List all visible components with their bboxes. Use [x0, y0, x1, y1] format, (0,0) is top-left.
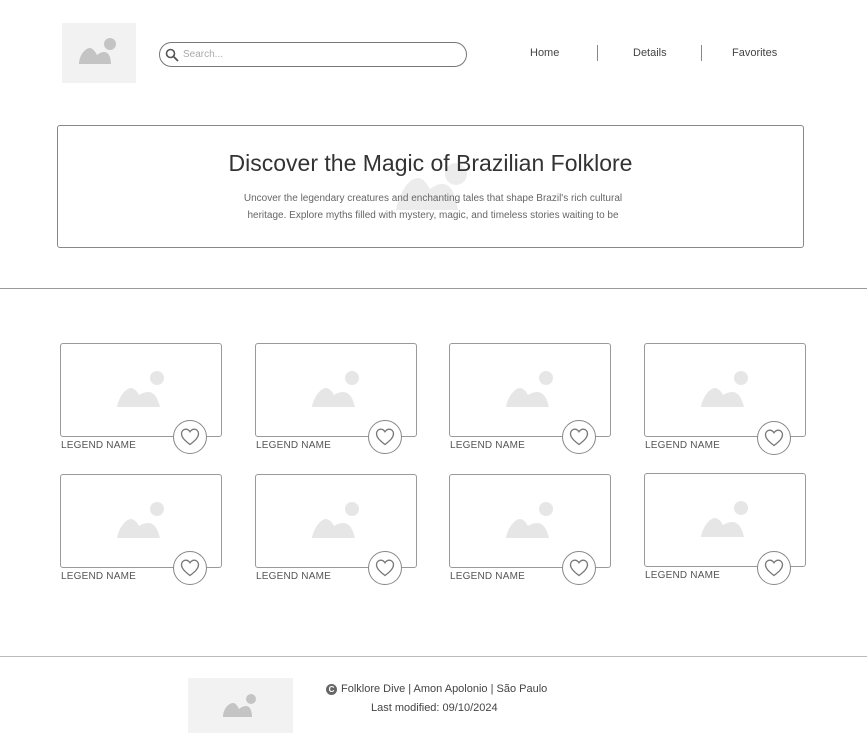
heart-icon	[375, 559, 395, 577]
last-modified-text: Last modified: 09/10/2024	[371, 702, 498, 714]
section-divider	[0, 288, 867, 289]
legend-card[interactable]: LEGEND NAME	[644, 473, 808, 588]
legend-name: LEGEND NAME	[645, 570, 720, 581]
footer-credits-text: Folklore Dive | Amon Apolonio | São Paul…	[341, 683, 548, 695]
site-logo[interactable]	[62, 23, 136, 83]
legend-card[interactable]: LEGEND NAME	[255, 474, 419, 589]
favorite-button[interactable]	[562, 420, 596, 454]
heart-icon	[569, 559, 589, 577]
search-icon[interactable]	[165, 48, 179, 62]
heart-icon	[375, 428, 395, 446]
favorite-button[interactable]	[757, 551, 791, 585]
favorite-button[interactable]	[173, 551, 207, 585]
heart-icon	[764, 559, 784, 577]
heart-icon	[180, 559, 200, 577]
image-placeholder-icon	[117, 371, 164, 407]
legend-name: LEGEND NAME	[450, 571, 525, 582]
footer-credits: C Folklore Dive | Amon Apolonio | São Pa…	[326, 683, 547, 695]
image-placeholder-icon	[222, 693, 256, 717]
legend-card[interactable]: LEGEND NAME	[644, 343, 808, 458]
nav-details[interactable]: Details	[633, 44, 667, 62]
legend-name: LEGEND NAME	[450, 440, 525, 451]
image-placeholder-icon	[312, 502, 359, 538]
image-placeholder-icon	[701, 501, 748, 537]
favorite-button[interactable]	[368, 551, 402, 585]
legend-name: LEGEND NAME	[256, 571, 331, 582]
image-placeholder-icon	[701, 371, 748, 407]
favorite-button[interactable]	[757, 421, 791, 455]
search-input[interactable]	[183, 49, 453, 60]
favorite-button[interactable]	[173, 420, 207, 454]
legend-card[interactable]: LEGEND NAME	[60, 474, 224, 589]
legend-card[interactable]: LEGEND NAME	[60, 343, 224, 458]
legend-card[interactable]: LEGEND NAME	[449, 474, 613, 589]
legend-card[interactable]: LEGEND NAME	[449, 343, 613, 458]
legend-card[interactable]: LEGEND NAME	[255, 343, 419, 458]
legend-name: LEGEND NAME	[61, 440, 136, 451]
legend-name: LEGEND NAME	[61, 571, 136, 582]
footer-divider	[0, 656, 867, 657]
image-placeholder-icon	[117, 502, 164, 538]
copyright-icon: C	[326, 683, 337, 695]
hero-description: Uncover the legendary creatures and ench…	[243, 193, 623, 221]
favorite-button[interactable]	[562, 551, 596, 585]
nav-separator	[597, 45, 598, 61]
hero-banner: Discover the Magic of Brazilian Folklore…	[57, 125, 804, 248]
search-bar[interactable]	[159, 42, 467, 67]
heart-icon	[569, 428, 589, 446]
image-placeholder-icon	[506, 371, 553, 407]
favorite-button[interactable]	[368, 420, 402, 454]
legend-name: LEGEND NAME	[256, 440, 331, 451]
nav-favorites[interactable]: Favorites	[732, 44, 777, 62]
footer-logo[interactable]	[188, 678, 293, 733]
nav-home[interactable]: Home	[530, 44, 559, 62]
footer-last-modified: Last modified: 09/10/2024	[371, 702, 498, 714]
image-placeholder-icon	[506, 502, 553, 538]
heart-icon	[764, 429, 784, 447]
image-placeholder-icon	[312, 371, 359, 407]
heart-icon	[180, 428, 200, 446]
image-placeholder-icon	[79, 38, 116, 64]
hero-title: Discover the Magic of Brazilian Folklore	[228, 150, 633, 176]
legend-name: LEGEND NAME	[645, 440, 720, 451]
nav-separator	[701, 45, 702, 61]
